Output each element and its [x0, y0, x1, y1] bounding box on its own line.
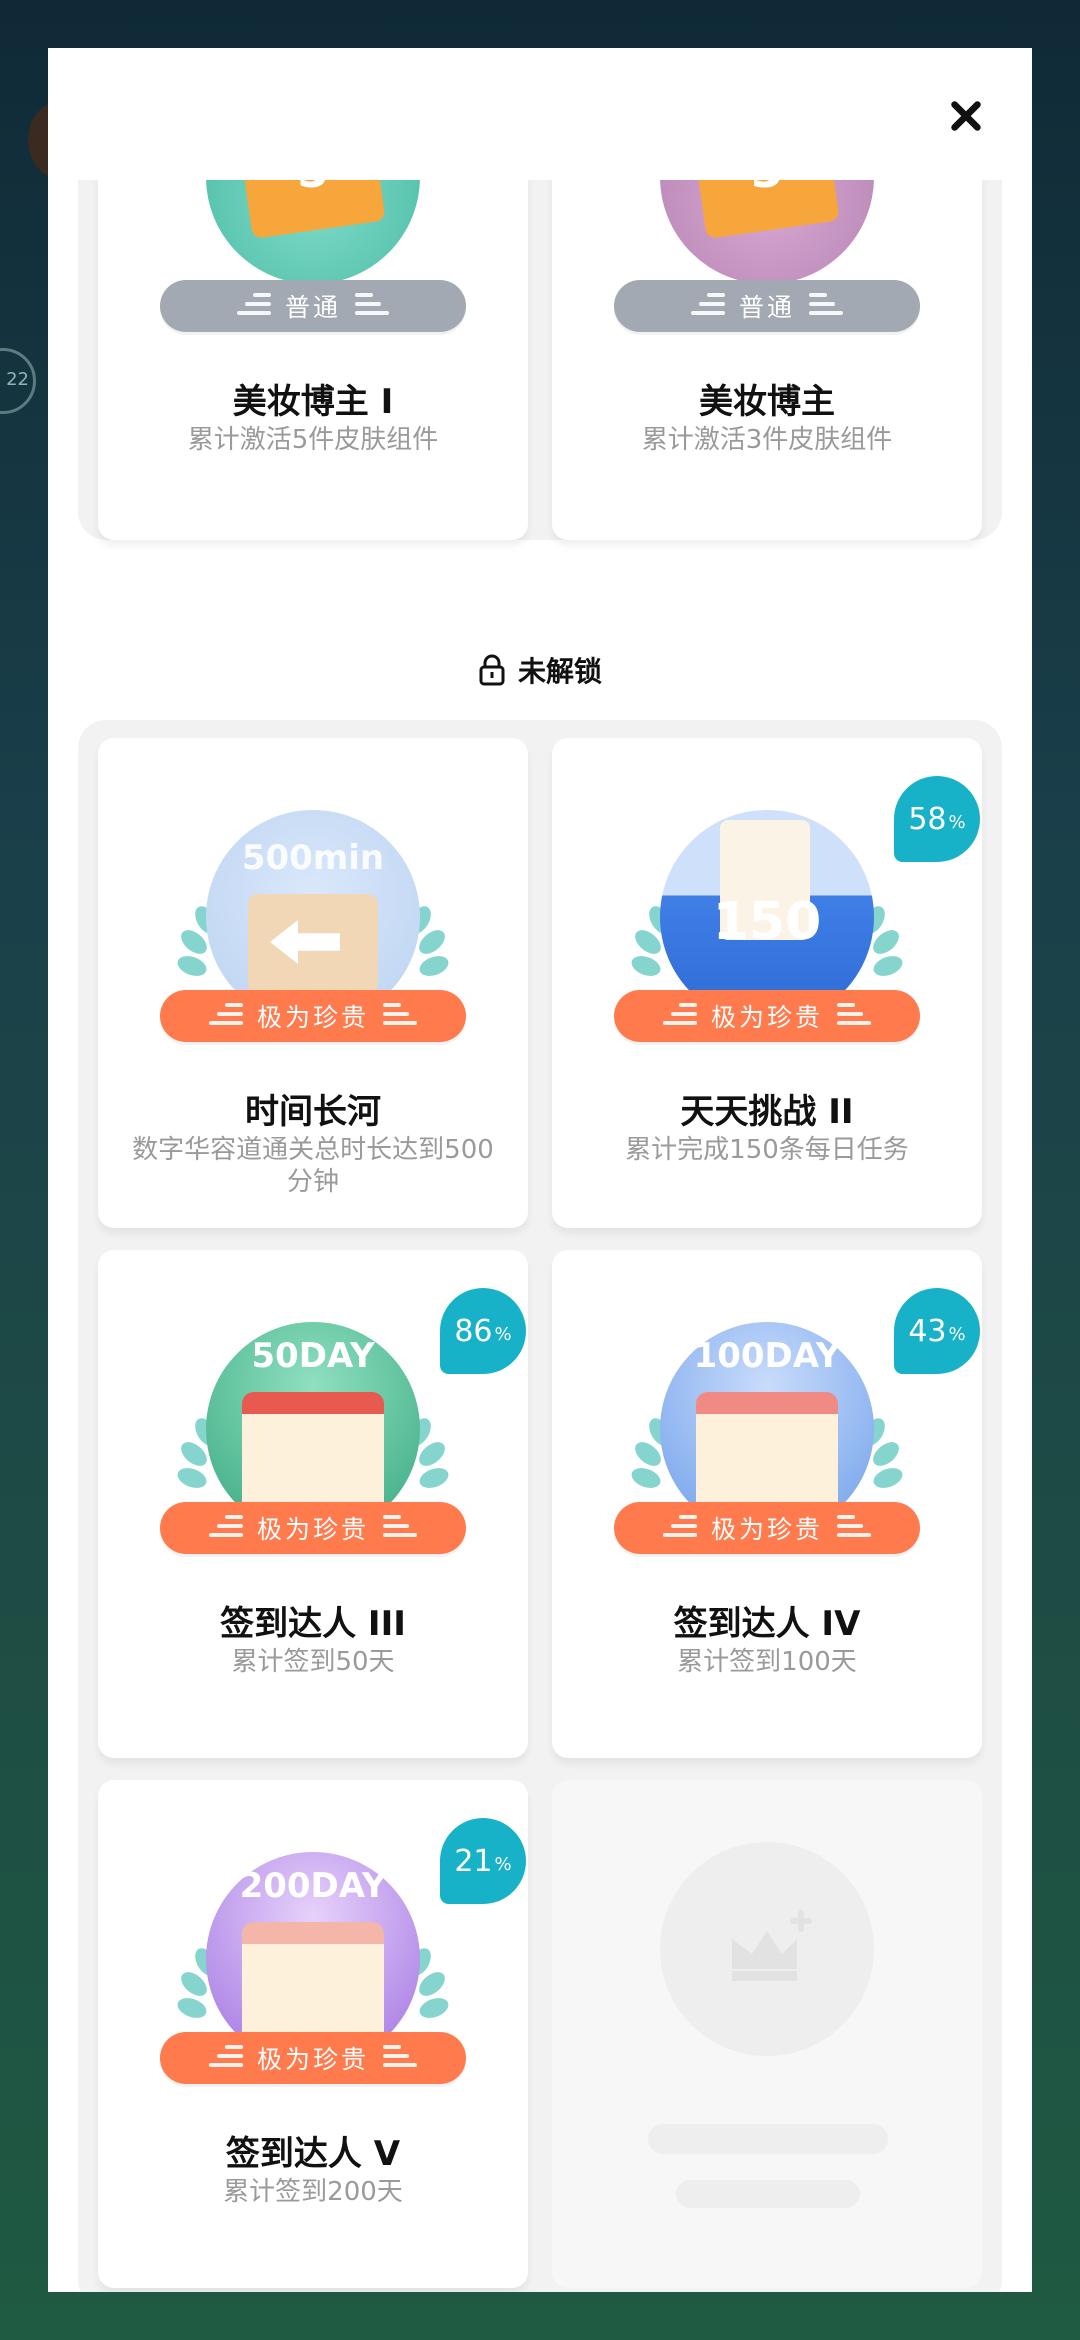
rarity-badge: 极为珍贵: [614, 1502, 920, 1554]
placeholder-desc-bar: [676, 2180, 860, 2208]
achievement-description: 累计签到100天: [677, 1647, 857, 1677]
progress-bubble: 21%: [440, 1818, 526, 1904]
placeholder-card: [552, 1780, 982, 2288]
placeholder-title-bar: [648, 2124, 888, 2154]
achievement-description: 累计签到200天: [223, 2177, 403, 2207]
achievement-card[interactable]: 58% 150 极为珍贵 天天挑战 II 累计完成150条每日任务: [552, 738, 982, 1228]
crown-placeholder-icon: [732, 1910, 812, 1981]
medal-image: 3: [660, 180, 874, 284]
medal-image: 5: [206, 180, 420, 284]
progress-bubble: 86%: [440, 1288, 526, 1374]
achievement-title: 天天挑战 II: [680, 1092, 854, 1132]
achievement-card[interactable]: 500min 极为珍贵 时间长河 数字华容道通关总时长达到500分钟: [98, 738, 528, 1228]
achievement-title: 签到达人 V: [225, 2134, 401, 2174]
achievement-description: 累计激活3件皮肤组件: [641, 425, 893, 455]
achievement-title: 美妆博主 I: [232, 382, 394, 422]
achievement-title: 时间长河: [245, 1092, 381, 1132]
achievement-description: 累计激活5件皮肤组件: [187, 425, 439, 455]
locked-section-header: 未解锁: [48, 650, 1032, 690]
background-level-ring: 22: [0, 348, 36, 414]
achievement-title: 签到达人 IV: [673, 1604, 861, 1644]
placeholder-medal: [660, 1842, 874, 2056]
achievement-description: 累计完成150条每日任务: [625, 1135, 909, 1165]
rarity-badge: 普通: [614, 280, 920, 332]
achievement-card[interactable]: 43% 100DAY 极为珍贵 签到达人 IV 累计签到100天: [552, 1250, 982, 1758]
progress-bubble: 58%: [894, 776, 980, 862]
progress-bubble: 43%: [894, 1288, 980, 1374]
achievement-description: 累计签到50天: [231, 1647, 395, 1677]
rarity-badge: 极为珍贵: [160, 1502, 466, 1554]
close-button[interactable]: [944, 94, 988, 138]
rarity-badge: 极为珍贵: [160, 2032, 466, 2084]
rarity-badge: 极为珍贵: [614, 990, 920, 1042]
section-title: 未解锁: [517, 655, 602, 688]
achievement-card[interactable]: 5 普通 美妆博主 I 累计激活5件皮肤组件: [98, 180, 528, 540]
achievement-card[interactable]: 3 普通 美妆博主 累计激活3件皮肤组件: [552, 180, 982, 540]
achievement-card[interactable]: 86% 50DAY 极为珍贵 签到达人 III 累计签到50天: [98, 1250, 528, 1758]
achievement-card[interactable]: 21% 200DAY 极为珍贵 签到达人 V 累计签到200天: [98, 1780, 528, 2288]
achievement-description: 数字华容道通关总时长达到500分钟: [132, 1135, 494, 1197]
achievement-scroll-area[interactable]: 5 普通 美妆博主 I 累计激活5件皮肤组件 3 普通: [48, 180, 1032, 2292]
locked-group: 500min 极为珍贵 时间长河 数字华容道通关总时长达到500分钟 58% 1…: [78, 720, 1002, 2292]
achievement-title: 美妆博主: [699, 382, 835, 422]
unlocked-group: 5 普通 美妆博主 I 累计激活5件皮肤组件 3 普通: [78, 180, 1002, 540]
close-icon: [951, 101, 981, 131]
achievement-title: 签到达人 III: [220, 1604, 406, 1644]
lock-icon: [479, 654, 505, 686]
achievement-modal: 5 普通 美妆博主 I 累计激活5件皮肤组件 3 普通: [48, 48, 1032, 2292]
rarity-badge: 普通: [160, 280, 466, 332]
rarity-badge: 极为珍贵: [160, 990, 466, 1042]
